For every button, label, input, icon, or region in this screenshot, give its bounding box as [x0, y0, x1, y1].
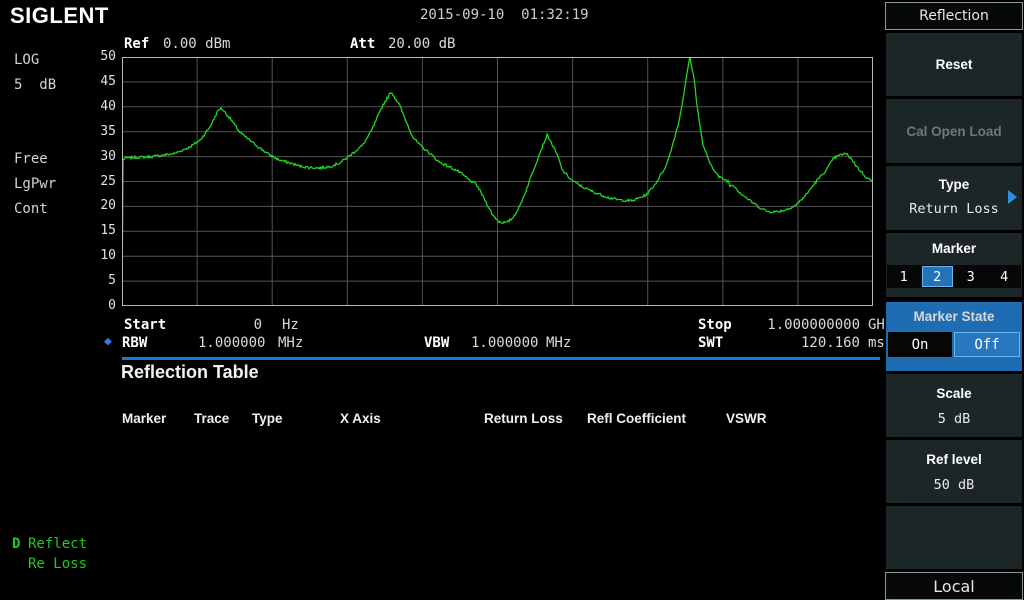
ref-value: 0.00 dBm — [163, 36, 230, 52]
rbw-value: 1.000000 — [198, 335, 264, 351]
ref-level-button-label: Ref level — [886, 452, 1022, 467]
ref-label: Ref — [124, 36, 149, 52]
marker-1-button[interactable]: 1 — [888, 266, 920, 287]
swt-value: 120.160 — [758, 335, 860, 351]
y-axis-tick: 25 — [88, 174, 116, 189]
column-header-type: Type — [252, 411, 283, 426]
scale-button-label: Scale — [886, 386, 1022, 401]
y-axis-tick: 35 — [88, 124, 116, 139]
stop-value: 1.000000000 — [745, 317, 860, 333]
preamp-label: LgPwr — [14, 176, 56, 192]
start-label: Start — [124, 317, 166, 333]
trace-mode-label: Re Loss — [28, 556, 87, 572]
column-header-refl-coefficient: Refl Coefficient — [587, 411, 686, 426]
marker-2-button[interactable]: 2 — [922, 266, 954, 287]
swt-label: SWT — [698, 335, 723, 351]
ref-level-button-value: 50 dB — [886, 477, 1022, 493]
marker-select-button: Marker 1 2 3 4 — [886, 233, 1022, 297]
reset-button-label: Reset — [886, 57, 1022, 72]
datetime-display: 2015-09-10 01:32:19 — [420, 7, 589, 23]
y-axis-tick: 0 — [88, 298, 116, 313]
column-header-x-axis: X Axis — [340, 411, 381, 426]
swt-unit: ms — [868, 335, 885, 351]
cal-open-load-button[interactable]: Cal Open Load — [886, 99, 1022, 163]
start-unit: Hz — [282, 317, 299, 333]
marker-state-label: Marker State — [886, 309, 1022, 324]
column-header-return-loss: Return Loss — [484, 411, 563, 426]
marker-state-toggle: On Off — [888, 332, 1020, 357]
type-button-label: Type — [886, 177, 1022, 192]
marker-3-button[interactable]: 3 — [955, 266, 987, 287]
scale-button-value: 5 dB — [886, 411, 1022, 427]
rbw-unit: MHz — [278, 335, 303, 351]
marker-number-row: 1 2 3 4 — [887, 265, 1021, 288]
y-axis-tick: 10 — [88, 248, 116, 263]
column-header-vswr: VSWR — [726, 411, 767, 426]
y-axis-tick: 40 — [88, 99, 116, 114]
column-header-trace: Trace — [194, 411, 229, 426]
submenu-arrow-icon — [1008, 190, 1017, 204]
sweep-mode-label: Cont — [14, 201, 48, 217]
type-button-value: Return Loss — [886, 201, 1022, 217]
marker-4-button[interactable]: 4 — [989, 266, 1021, 287]
vbw-unit: MHz — [546, 335, 571, 351]
local-button[interactable]: Local — [885, 572, 1023, 600]
y-axis-tick: 30 — [88, 149, 116, 164]
y-axis-tick: 15 — [88, 223, 116, 238]
y-axis-tick: 20 — [88, 198, 116, 213]
empty-softkey — [886, 506, 1022, 569]
scale-per-div-label: 5 dB — [14, 77, 56, 93]
cal-open-load-label: Cal Open Load — [886, 124, 1022, 139]
y-axis-tick: 50 — [88, 49, 116, 64]
status-divider-line — [122, 357, 880, 360]
menu-title: Reflection — [885, 2, 1023, 30]
start-value: 0 — [200, 317, 262, 333]
rbw-label: RBW — [122, 335, 147, 351]
trace-name-label: Reflect — [28, 536, 87, 552]
y-axis-tick: 45 — [88, 74, 116, 89]
stop-label: Stop — [698, 317, 732, 333]
ref-level-button[interactable]: Ref level 50 dB — [886, 440, 1022, 503]
marker-diamond-icon: ◆ — [104, 334, 112, 349]
y-axis-tick: 5 — [88, 273, 116, 288]
trigger-mode-label: Free — [14, 151, 48, 167]
column-header-marker: Marker — [122, 411, 166, 426]
siglent-logo: SIGLENT — [10, 3, 109, 29]
att-value: 20.00 dB — [388, 36, 455, 52]
softkey-panel: Reflection Reset Cal Open Load Type Retu… — [884, 0, 1024, 600]
reset-button[interactable]: Reset — [886, 33, 1022, 96]
amplitude-mode-label: LOG — [14, 52, 39, 68]
trace-id-label: D — [12, 536, 20, 552]
marker-state-off-button[interactable]: Off — [954, 332, 1020, 357]
marker-state-on-button[interactable]: On — [888, 332, 952, 357]
trace-graph — [122, 57, 873, 306]
analyzer-screen: SIGLENT 2015-09-10 01:32:19 LOG 5 dB Fre… — [0, 0, 1024, 600]
vbw-label: VBW — [424, 335, 449, 351]
marker-state-button: Marker State On Off — [886, 302, 1022, 371]
scale-button[interactable]: Scale 5 dB — [886, 374, 1022, 437]
marker-select-label: Marker — [886, 241, 1022, 256]
att-label: Att — [350, 36, 375, 52]
reflection-table-title: Reflection Table — [121, 362, 259, 383]
vbw-value: 1.000000 — [471, 335, 537, 351]
type-button[interactable]: Type Return Loss — [886, 166, 1022, 230]
